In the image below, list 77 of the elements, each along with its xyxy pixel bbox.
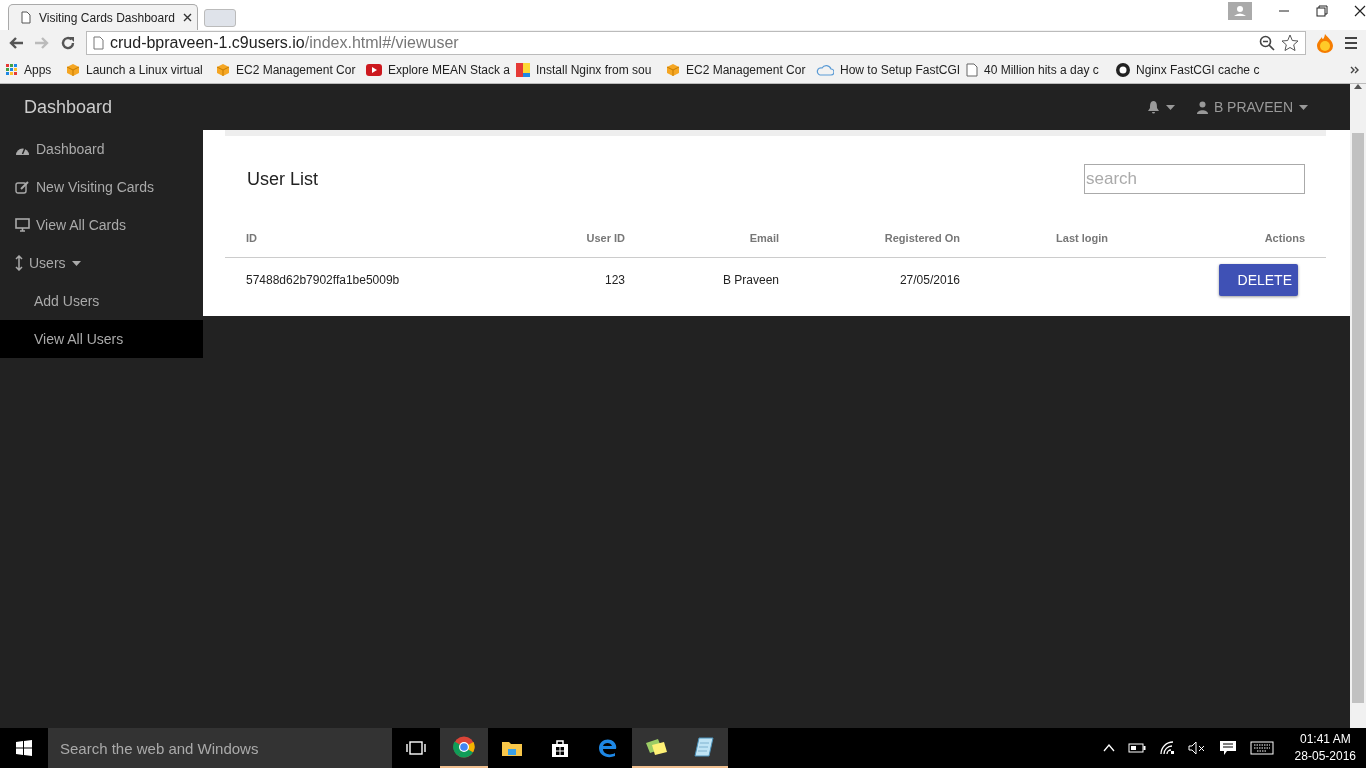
sidebar-item[interactable]: View All Cards xyxy=(0,206,203,244)
column-header: Registered On xyxy=(883,232,960,244)
page-icon xyxy=(21,11,31,24)
page-icon xyxy=(93,36,104,50)
search-field[interactable]: search xyxy=(1084,164,1305,194)
column-header: Email xyxy=(748,232,779,244)
bookmark[interactable]: Explore MEAN Stack a xyxy=(366,63,516,77)
bell-icon xyxy=(1146,100,1160,114)
user-icon xyxy=(1196,100,1208,114)
sidebar-item[interactable]: Dashboard xyxy=(0,130,203,168)
browser-tab[interactable]: Visiting Cards Dashboard xyxy=(8,4,198,30)
chevron-icon[interactable] xyxy=(1350,65,1360,75)
play-icon xyxy=(366,64,382,76)
column-header: User ID xyxy=(585,232,625,244)
back-icon[interactable] xyxy=(8,36,24,50)
delete-button[interactable]: DELETE xyxy=(1219,264,1298,296)
close-icon[interactable] xyxy=(182,13,192,22)
browser-icon[interactable] xyxy=(453,736,475,758)
bookmark[interactable]: Install Nginx from sou xyxy=(516,63,666,77)
sidebar-item[interactable]: View All Users xyxy=(0,320,203,358)
browser-e-icon[interactable] xyxy=(598,738,618,758)
keyboard-icon[interactable] xyxy=(1249,741,1274,755)
bookmark[interactable]: Apps xyxy=(6,63,66,77)
cloud-icon xyxy=(816,64,834,76)
table-cell-text: 27/05/2016 xyxy=(898,273,960,287)
caret-icon xyxy=(1299,104,1308,110)
up-down-arrow-icon xyxy=(15,255,23,271)
bookmark[interactable]: EC2 Management Cor xyxy=(216,63,366,77)
column-header: Last login xyxy=(1055,232,1108,244)
bookmark[interactable]: EC2 Management Cor xyxy=(666,63,816,77)
restore-icon[interactable] xyxy=(1316,5,1328,17)
cube-icon xyxy=(216,63,230,77)
monitor-icon xyxy=(15,218,30,232)
bookmark[interactable]: How to Setup FastCGI xyxy=(816,63,966,77)
caret-icon xyxy=(1165,104,1175,110)
shopping-bag-icon[interactable] xyxy=(550,738,570,758)
cube-icon xyxy=(666,63,680,77)
task-view-icon[interactable] xyxy=(406,741,426,755)
sidebar-item[interactable]: Users xyxy=(0,244,203,282)
blocks-icon xyxy=(516,63,530,77)
bookmark[interactable]: Launch a Linux virtual xyxy=(66,63,216,77)
folder-icon[interactable] xyxy=(501,739,523,757)
caret-icon xyxy=(71,260,81,266)
windows-icon xyxy=(16,740,32,756)
column-header: Actions xyxy=(1263,232,1305,244)
address-bar[interactable]: crud-bpraveen-1.c9users.io/index.html#/viewuser xyxy=(86,31,1306,55)
bookmark[interactable]: Nginx FastCGI cache c xyxy=(1116,63,1266,77)
cube-icon xyxy=(66,63,80,77)
page-icon xyxy=(966,63,978,77)
panel-title: User List xyxy=(247,168,318,190)
star-icon[interactable] xyxy=(1281,34,1299,52)
taskbar-search-field[interactable]: Search the web and Windows xyxy=(48,728,392,768)
bookmark[interactable]: 40 Million hits a day c xyxy=(966,63,1116,77)
table-cell-text: 123 xyxy=(603,273,625,287)
battery-icon[interactable] xyxy=(1127,743,1146,753)
table-cell-text: 57488d62b7902ffa1be5009b xyxy=(246,273,401,287)
clock[interactable]: 01:41 AM 28-05-2016 xyxy=(1294,731,1356,765)
scrollbar[interactable] xyxy=(1350,84,1366,728)
menu-icon[interactable] xyxy=(1344,36,1358,50)
brand-title[interactable]: Dashboard xyxy=(24,96,113,118)
close-icon[interactable] xyxy=(1354,5,1366,17)
message-icon[interactable] xyxy=(1218,740,1237,756)
notifications-dropdown[interactable] xyxy=(1146,100,1175,114)
sidebar-item[interactable]: New Visiting Cards xyxy=(0,168,203,206)
sidebar-item[interactable]: Add Users xyxy=(0,282,203,320)
reload-icon[interactable] xyxy=(60,35,76,51)
notepad-icon[interactable] xyxy=(694,736,714,758)
notes-icon[interactable] xyxy=(644,737,668,757)
apps-grid-icon xyxy=(6,64,18,76)
table-cell-text: B Praveen xyxy=(721,273,779,287)
edit-icon xyxy=(15,180,30,194)
caret-up-icon[interactable] xyxy=(1102,744,1115,752)
user-dropdown[interactable]: B PRAVEEN xyxy=(1196,99,1308,115)
wifi-icon[interactable] xyxy=(1158,741,1175,755)
muted-speaker-icon[interactable] xyxy=(1187,741,1206,755)
zoom-icon[interactable] xyxy=(1259,35,1275,51)
column-header: ID xyxy=(246,232,258,244)
